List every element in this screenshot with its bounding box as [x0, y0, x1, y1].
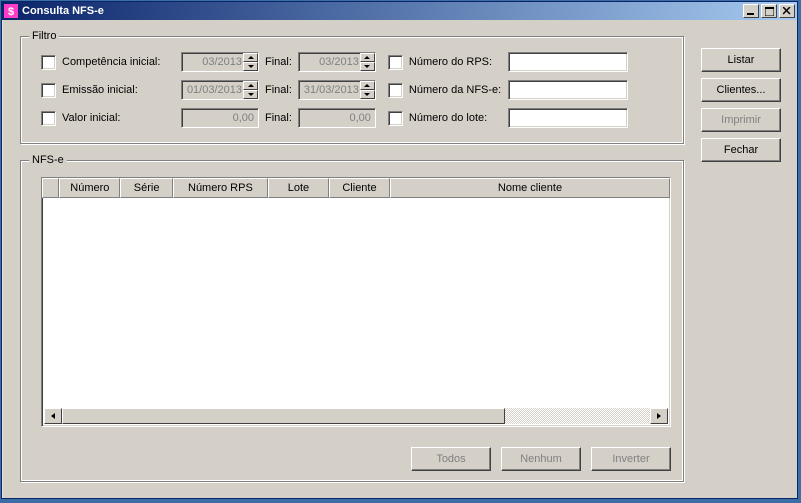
- window-title: Consulta NFS-e: [22, 5, 743, 17]
- checkbox-icon: [388, 83, 403, 98]
- input-competencia-final[interactable]: 03/2013: [298, 52, 376, 72]
- checkbox-icon: [41, 55, 56, 70]
- label-competencia-final: Final:: [265, 56, 292, 68]
- chk-numero-nfse[interactable]: Número da NFS-e:: [388, 83, 508, 98]
- col-nome-cliente[interactable]: Nome cliente: [390, 178, 670, 198]
- checkbox-icon: [41, 83, 56, 98]
- fechar-button[interactable]: Fechar: [701, 138, 781, 162]
- titlebar[interactable]: $ Consulta NFS-e: [2, 2, 797, 20]
- todos-button[interactable]: Todos: [411, 447, 491, 471]
- close-button[interactable]: [779, 4, 795, 18]
- col-numero[interactable]: Número: [59, 178, 120, 198]
- filtro-legend: Filtro: [29, 30, 59, 42]
- window-frame: $ Consulta NFS-e Filtro Competência inic…: [1, 1, 798, 499]
- row-valor: Valor inicial: 0,00 Final: 0,00 Número d…: [41, 107, 673, 129]
- input-valor-inicial[interactable]: 0,00: [181, 108, 259, 128]
- client-area: Filtro Competência inicial: 03/2013 Fina…: [2, 20, 797, 498]
- col-lote[interactable]: Lote: [268, 178, 329, 198]
- groupbox-nfse: NFS-e Número Série Número RPS Lote Clien…: [20, 160, 684, 482]
- app-icon: $: [4, 4, 18, 18]
- clientes-button[interactable]: Clientes...: [701, 78, 781, 102]
- label-emissao-final: Final:: [265, 84, 292, 96]
- selection-buttons: Todos Nenhum Inverter: [411, 447, 671, 471]
- spinner[interactable]: [360, 53, 375, 71]
- svg-text:$: $: [8, 6, 14, 18]
- input-numero-rps[interactable]: [508, 52, 628, 72]
- input-valor-final[interactable]: 0,00: [298, 108, 376, 128]
- chk-numero-nfse-label: Número da NFS-e:: [409, 84, 501, 96]
- row-emissao: Emissão inicial: 01/03/2013 Final: 31/03…: [41, 79, 673, 101]
- spinner[interactable]: [243, 53, 258, 71]
- chk-numero-lote[interactable]: Número do lote:: [388, 111, 508, 126]
- grid-header: Número Série Número RPS Lote Cliente Nom…: [42, 178, 670, 198]
- listar-button[interactable]: Listar: [701, 48, 781, 72]
- col-serie[interactable]: Série: [120, 178, 173, 198]
- scroll-track[interactable]: [62, 408, 650, 424]
- checkbox-icon: [41, 111, 56, 126]
- minimize-button[interactable]: [743, 4, 759, 18]
- grid-corner: [42, 178, 59, 198]
- input-competencia-inicial[interactable]: 03/2013: [181, 52, 259, 72]
- chk-numero-lote-label: Número do lote:: [409, 112, 487, 124]
- scroll-thumb[interactable]: [62, 408, 505, 424]
- grid-h-scrollbar[interactable]: [44, 408, 668, 424]
- col-numero-rps[interactable]: Número RPS: [173, 178, 268, 198]
- imprimir-button[interactable]: Imprimir: [701, 108, 781, 132]
- inverter-button[interactable]: Inverter: [591, 447, 671, 471]
- chk-valor-label: Valor inicial:: [62, 112, 121, 124]
- nenhum-button[interactable]: Nenhum: [501, 447, 581, 471]
- scroll-right-button[interactable]: [650, 408, 668, 424]
- chk-competencia-label: Competência inicial:: [62, 56, 160, 68]
- nfse-legend: NFS-e: [29, 154, 67, 166]
- maximize-button[interactable]: [761, 4, 777, 18]
- spinner[interactable]: [360, 81, 375, 99]
- input-numero-lote[interactable]: [508, 108, 628, 128]
- col-cliente[interactable]: Cliente: [329, 178, 390, 198]
- result-grid[interactable]: Número Série Número RPS Lote Cliente Nom…: [41, 177, 671, 427]
- input-emissao-final[interactable]: 31/03/2013: [298, 80, 376, 100]
- chk-emissao[interactable]: Emissão inicial:: [41, 83, 181, 98]
- groupbox-filtro: Filtro Competência inicial: 03/2013 Fina…: [20, 36, 684, 144]
- input-numero-nfse[interactable]: [508, 80, 628, 100]
- chk-competencia[interactable]: Competência inicial:: [41, 55, 181, 70]
- chk-numero-rps[interactable]: Número do RPS:: [388, 55, 508, 70]
- spinner[interactable]: [243, 81, 258, 99]
- scroll-left-button[interactable]: [44, 408, 62, 424]
- checkbox-icon: [388, 111, 403, 126]
- chk-numero-rps-label: Número do RPS:: [409, 56, 492, 68]
- input-emissao-inicial[interactable]: 01/03/2013: [181, 80, 259, 100]
- checkbox-icon: [388, 55, 403, 70]
- row-competencia: Competência inicial: 03/2013 Final: 03/2…: [41, 51, 673, 73]
- chk-valor[interactable]: Valor inicial:: [41, 111, 181, 126]
- chk-emissao-label: Emissão inicial:: [62, 84, 138, 96]
- label-valor-final: Final:: [265, 112, 292, 124]
